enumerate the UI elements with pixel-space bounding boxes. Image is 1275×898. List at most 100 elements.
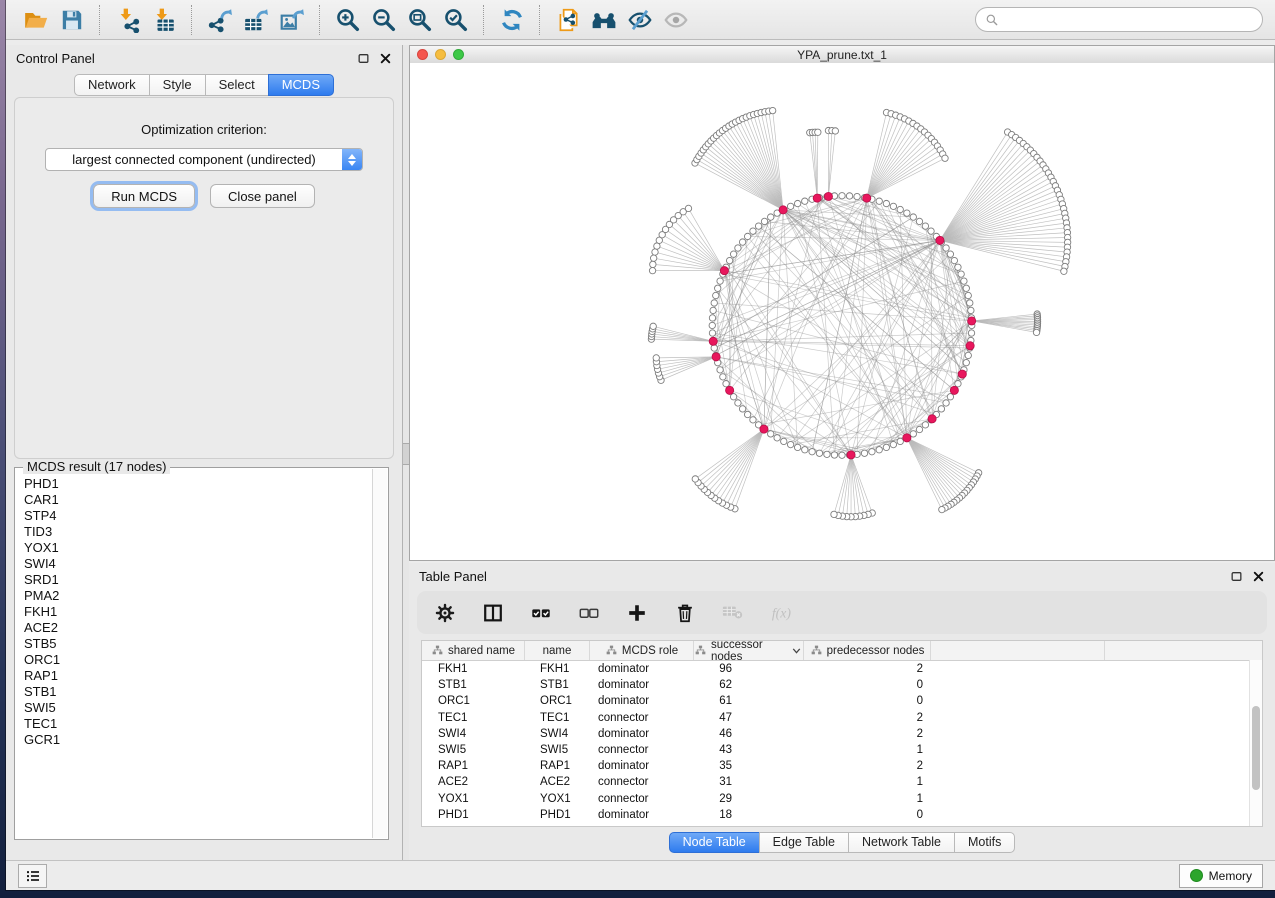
delete-table-icon bbox=[721, 601, 745, 625]
select-all-rows-icon[interactable] bbox=[529, 601, 553, 625]
table-row-ORC1[interactable]: ORC1ORC1dominator610 bbox=[422, 693, 1262, 709]
column-header-mcds-role[interactable]: MCDS role bbox=[590, 641, 694, 660]
memory-button[interactable]: Memory bbox=[1179, 864, 1263, 888]
export-image-icon[interactable] bbox=[276, 4, 308, 36]
export-table-icon[interactable] bbox=[240, 4, 272, 36]
zoom-selected-icon[interactable] bbox=[440, 4, 472, 36]
table-row-SWI4[interactable]: SWI4SWI4dominator462 bbox=[422, 726, 1262, 742]
memory-status-icon bbox=[1190, 869, 1203, 882]
tab-edge-table[interactable]: Edge Table bbox=[759, 832, 849, 853]
table-row-TEC1[interactable]: TEC1TEC1connector472 bbox=[422, 710, 1262, 726]
close-table-panel-icon[interactable] bbox=[1252, 570, 1265, 583]
mcds-node-item[interactable]: STB5 bbox=[24, 636, 372, 652]
cell: connector bbox=[590, 712, 694, 724]
mcds-result-list[interactable]: PHD1CAR1STP4TID3YOX1SWI4SRD1PMA2FKH1ACE2… bbox=[24, 476, 372, 837]
mcds-node-item[interactable]: GCR1 bbox=[24, 732, 372, 748]
cell: ACE2 bbox=[422, 776, 525, 788]
tree-icon bbox=[694, 644, 707, 657]
refresh-layout-icon[interactable] bbox=[496, 4, 528, 36]
search-input[interactable] bbox=[1004, 12, 1253, 28]
table-scrollbar-thumb[interactable] bbox=[1252, 706, 1260, 790]
zoom-in-icon[interactable] bbox=[332, 4, 364, 36]
control-panel-tabs: NetworkStyleSelectMCDS bbox=[6, 74, 402, 96]
cell: 18 bbox=[694, 809, 804, 821]
toolbar-icons bbox=[18, 4, 694, 36]
mcds-node-item[interactable]: TEC1 bbox=[24, 716, 372, 732]
cell: 0 bbox=[804, 679, 931, 691]
float-table-panel-icon[interactable] bbox=[1230, 570, 1243, 583]
column-visibility-icon[interactable] bbox=[481, 601, 505, 625]
mcds-node-item[interactable]: FKH1 bbox=[24, 604, 372, 620]
table-row-YOX1[interactable]: YOX1YOX1connector291 bbox=[422, 791, 1262, 807]
cell: SWI4 bbox=[422, 728, 525, 740]
panels-menu-button[interactable] bbox=[18, 864, 47, 888]
table-row-RAP1[interactable]: RAP1RAP1dominator352 bbox=[422, 758, 1262, 774]
add-column-icon[interactable] bbox=[625, 601, 649, 625]
tab-network-table[interactable]: Network Table bbox=[848, 832, 955, 853]
node-table[interactable]: shared namenameMCDS rolesuccessor nodesp… bbox=[421, 640, 1263, 827]
cell: 62 bbox=[694, 679, 804, 691]
deselect-all-rows-icon[interactable] bbox=[577, 601, 601, 625]
zoom-out-icon[interactable] bbox=[368, 4, 400, 36]
table-scrollbar[interactable] bbox=[1249, 660, 1262, 826]
network-window-title: YPA_prune.txt_1 bbox=[410, 48, 1274, 62]
table-row-PHD1[interactable]: PHD1PHD1dominator180 bbox=[422, 807, 1262, 823]
cell: STB1 bbox=[525, 679, 590, 691]
open-file-icon[interactable] bbox=[20, 4, 52, 36]
mcds-node-item[interactable]: ACE2 bbox=[24, 620, 372, 636]
find-network-icon[interactable] bbox=[588, 4, 620, 36]
table-row-ACE2[interactable]: ACE2ACE2connector311 bbox=[422, 774, 1262, 790]
table-row-FKH1[interactable]: FKH1FKH1dominator962 bbox=[422, 661, 1262, 677]
mcds-list-scrollbar[interactable] bbox=[372, 469, 387, 838]
close-panel-button[interactable]: Close panel bbox=[210, 184, 315, 208]
export-network-icon[interactable] bbox=[204, 4, 236, 36]
table-row-STB1[interactable]: STB1STB1dominator620 bbox=[422, 677, 1262, 693]
tab-style[interactable]: Style bbox=[149, 74, 206, 96]
table-settings-icon[interactable] bbox=[433, 601, 457, 625]
clone-network-icon[interactable] bbox=[552, 4, 584, 36]
mcds-node-item[interactable]: STB1 bbox=[24, 684, 372, 700]
tab-mcds[interactable]: MCDS bbox=[268, 74, 334, 96]
column-header-shared-name[interactable]: shared name bbox=[422, 641, 525, 660]
mcds-node-item[interactable]: SRD1 bbox=[24, 572, 372, 588]
table-header-row: shared namenameMCDS rolesuccessor nodesp… bbox=[422, 641, 1262, 661]
tab-node-table[interactable]: Node Table bbox=[669, 832, 760, 853]
column-header-predecessor-nodes[interactable]: predecessor nodes bbox=[804, 641, 931, 660]
mcds-node-item[interactable]: CAR1 bbox=[24, 492, 372, 508]
cell: RAP1 bbox=[422, 760, 525, 772]
tree-icon bbox=[431, 644, 444, 657]
table-row-SWI5[interactable]: SWI5SWI5connector431 bbox=[422, 742, 1262, 758]
mcds-node-item[interactable]: SWI5 bbox=[24, 700, 372, 716]
import-network-icon[interactable] bbox=[112, 4, 144, 36]
network-canvas[interactable] bbox=[410, 63, 1274, 560]
mcds-node-item[interactable]: PMA2 bbox=[24, 588, 372, 604]
run-mcds-button[interactable]: Run MCDS bbox=[93, 184, 195, 208]
mcds-node-item[interactable]: TID3 bbox=[24, 524, 372, 540]
save-session-icon[interactable] bbox=[56, 4, 88, 36]
mcds-node-item[interactable]: ORC1 bbox=[24, 652, 372, 668]
memory-label: Memory bbox=[1209, 869, 1252, 883]
toolbar-separator bbox=[539, 5, 541, 35]
close-panel-icon[interactable] bbox=[379, 52, 392, 65]
network-search-box[interactable] bbox=[975, 7, 1263, 32]
hide-selected-icon[interactable] bbox=[624, 4, 656, 36]
column-header-name[interactable]: name bbox=[525, 641, 590, 660]
mcds-node-item[interactable]: SWI4 bbox=[24, 556, 372, 572]
cell: 2 bbox=[804, 663, 931, 675]
tab-network[interactable]: Network bbox=[74, 74, 150, 96]
cell: 0 bbox=[804, 809, 931, 821]
zoom-fit-icon[interactable] bbox=[404, 4, 436, 36]
mcds-node-item[interactable]: RAP1 bbox=[24, 668, 372, 684]
cell: dominator bbox=[590, 695, 694, 707]
tab-motifs[interactable]: Motifs bbox=[954, 832, 1015, 853]
mcds-node-item[interactable]: PHD1 bbox=[24, 476, 372, 492]
criterion-select[interactable]: largest connected component (undirected) bbox=[45, 148, 363, 171]
tab-select[interactable]: Select bbox=[205, 74, 269, 96]
float-panel-icon[interactable] bbox=[357, 52, 370, 65]
column-header-successor-nodes[interactable]: successor nodes bbox=[694, 641, 804, 660]
mcds-node-item[interactable]: YOX1 bbox=[24, 540, 372, 556]
sort-desc-icon bbox=[790, 644, 803, 657]
delete-column-icon[interactable] bbox=[673, 601, 697, 625]
mcds-node-item[interactable]: STP4 bbox=[24, 508, 372, 524]
import-table-icon[interactable] bbox=[148, 4, 180, 36]
